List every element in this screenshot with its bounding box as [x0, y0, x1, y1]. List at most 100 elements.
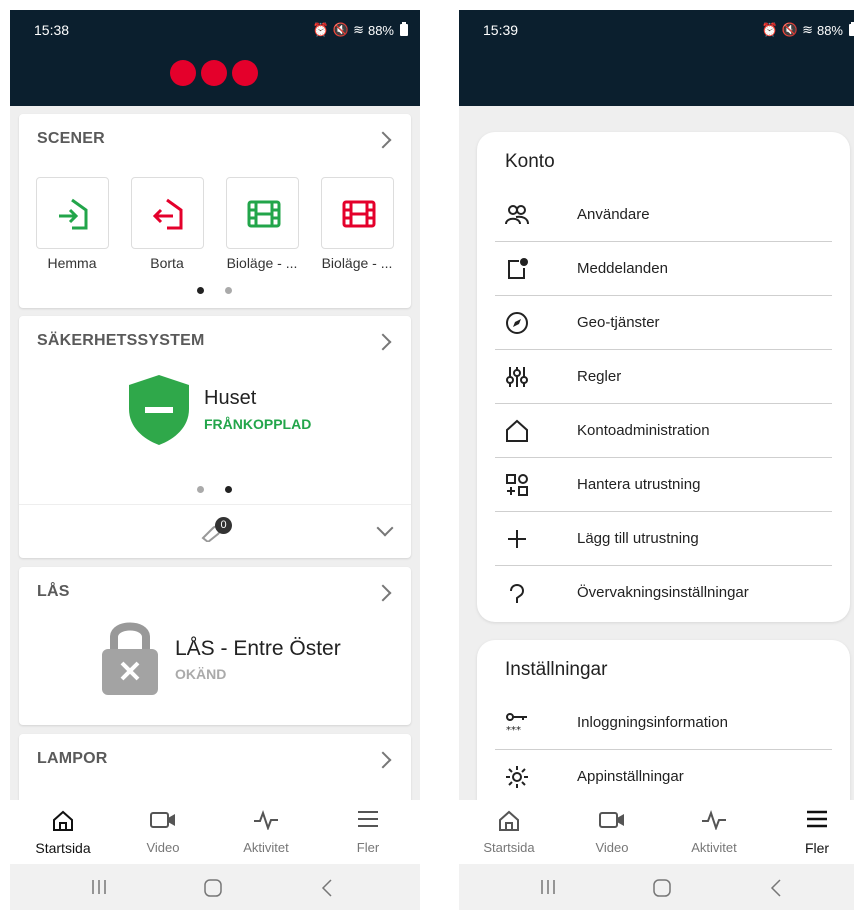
nav-label: Startsida: [483, 840, 535, 855]
menu-icon: [807, 810, 827, 828]
settings-heading: Inställningar: [505, 659, 608, 680]
menu-item-label: Kontoadministration: [577, 422, 710, 439]
menu-item-label: Användare: [577, 206, 650, 223]
activity-icon: [254, 810, 278, 830]
menu-item-label: Appinställningar: [577, 768, 684, 785]
system-navigation-bar: [459, 864, 854, 910]
menu-item-users[interactable]: Användare: [495, 188, 832, 242]
nav-label: Startsida: [35, 840, 91, 856]
shield-icon[interactable]: [125, 373, 193, 447]
back-icon[interactable]: [769, 878, 783, 898]
lock-chevron-icon[interactable]: [374, 584, 392, 602]
menu-item-label: Övervakningsinställningar: [577, 584, 749, 601]
home-button-icon[interactable]: [203, 878, 223, 898]
nav-label: Video: [146, 840, 180, 855]
menu-item-label: Geo-tjänster: [577, 314, 660, 331]
wifi-icon: ≋: [353, 22, 364, 37]
mute-icon: 🔇: [781, 22, 799, 37]
nav-label: Aktivitet: [691, 840, 737, 855]
menu-item-account-admin[interactable]: Kontoadministration: [495, 404, 832, 458]
scene-tile-borta[interactable]: [131, 177, 204, 249]
page-dot[interactable]: [197, 486, 204, 493]
scene-tile-hemma[interactable]: [36, 177, 109, 249]
system-navigation-bar: [10, 864, 420, 910]
alarm-icon: ⏰: [312, 22, 329, 37]
security-status: FRÅNKOPPLAD: [204, 416, 312, 432]
users-icon: [505, 205, 529, 225]
nav-startsida[interactable]: Startsida: [459, 800, 559, 864]
menu-item-login-info[interactable]: *** Inloggningsinformation: [495, 696, 832, 750]
divider: [19, 504, 411, 505]
home-leave-icon: [152, 198, 183, 230]
key-icon: ***: [506, 713, 527, 735]
menu-item-messages[interactable]: Meddelanden: [495, 242, 832, 296]
lamps-title: LAMPOR: [37, 750, 108, 767]
devices-icon: [506, 474, 528, 496]
menu-item-label: Lägg till utrustning: [577, 530, 699, 547]
mute-icon: 🔇: [332, 22, 350, 37]
video-camera-icon: [150, 812, 175, 828]
scenes-chevron-icon[interactable]: [374, 131, 392, 149]
film-icon: [342, 200, 376, 228]
scene-tile-biolage-red[interactable]: [321, 177, 394, 249]
recent-apps-icon[interactable]: [539, 878, 557, 896]
security-title: SÄKERHETSSYSTEM: [37, 332, 205, 349]
security-system-name: Huset: [204, 387, 257, 409]
gear-icon: [506, 766, 528, 788]
menu-item-monitoring[interactable]: Övervakningsinställningar: [495, 566, 832, 620]
nav-video[interactable]: Video: [562, 800, 662, 864]
header-bar: 15:38 ⏰ 🔇 ≋ 88%: [10, 10, 420, 106]
compass-icon: [506, 312, 528, 334]
home-screen: 15:38 ⏰ 🔇 ≋ 88% SCENER Hemma Borta Biolä…: [10, 10, 420, 910]
lock-title: LÅS: [37, 583, 70, 600]
status-time: 15:39: [483, 22, 519, 38]
bottom-navigation: Startsida Video Aktivitet Fler: [10, 800, 420, 864]
notification-icon: [508, 258, 528, 279]
nav-aktivitet[interactable]: Aktivitet: [664, 800, 764, 864]
padlock-icon[interactable]: [101, 615, 159, 697]
page-dot-active[interactable]: [225, 486, 232, 493]
alarm-icon: ⏰: [761, 22, 778, 37]
plus-icon: [508, 530, 526, 548]
nav-aktivitet[interactable]: Aktivitet: [216, 800, 316, 864]
scene-label: Bioläge - ...: [321, 255, 393, 271]
home-button-icon[interactable]: [652, 878, 672, 898]
lock-status: OKÄND: [175, 666, 227, 682]
home-icon: [499, 810, 519, 831]
page-dot-active[interactable]: [197, 287, 204, 294]
nav-video[interactable]: Video: [113, 800, 213, 864]
nav-label: Fler: [804, 840, 830, 856]
status-icons: ⏰ 🔇 ≋ 88%: [313, 22, 408, 38]
scene-label: Hemma: [47, 255, 97, 271]
lock-name: LÅS - Entre Öster: [175, 637, 341, 660]
bottom-navigation: Startsida Video Aktivitet Fler: [459, 800, 854, 864]
scene-tile-biolage-green[interactable]: [226, 177, 299, 249]
menu-item-manage-equipment[interactable]: Hantera utrustning: [495, 458, 832, 512]
menu-item-label: Inloggningsinformation: [577, 714, 728, 731]
home-enter-icon: [59, 198, 88, 230]
back-icon[interactable]: [320, 878, 334, 898]
battery-level: 88%: [367, 22, 394, 38]
menu-item-label: Meddelanden: [577, 260, 668, 277]
scene-label: Borta: [150, 255, 184, 271]
wifi-icon: ≋: [802, 22, 813, 37]
nav-fler[interactable]: Fler: [767, 800, 854, 864]
recent-apps-icon[interactable]: [90, 878, 108, 896]
security-chevron-icon[interactable]: [374, 333, 392, 351]
nav-fler[interactable]: Fler: [318, 800, 418, 864]
menu-item-add-equipment[interactable]: Lägg till utrustning: [495, 512, 832, 566]
menu-item-rules[interactable]: Regler: [495, 350, 832, 404]
lock-card: LÅS LÅS - Entre Öster OKÄND: [19, 567, 411, 725]
expand-chevron-icon[interactable]: [376, 519, 394, 537]
home-icon: [53, 810, 73, 831]
menu-item-label: Regler: [577, 368, 622, 385]
nav-startsida[interactable]: Startsida: [13, 800, 113, 864]
menu-item-geo[interactable]: Geo-tjänster: [495, 296, 832, 350]
page-dot[interactable]: [225, 287, 232, 294]
sliders-icon: [506, 367, 528, 387]
headset-icon: [510, 584, 525, 603]
battery-icon: [849, 22, 854, 36]
lamps-chevron-icon[interactable]: [374, 751, 392, 769]
menu-item-app-settings[interactable]: Appinställningar: [495, 750, 832, 804]
brand-logo: [170, 60, 258, 86]
